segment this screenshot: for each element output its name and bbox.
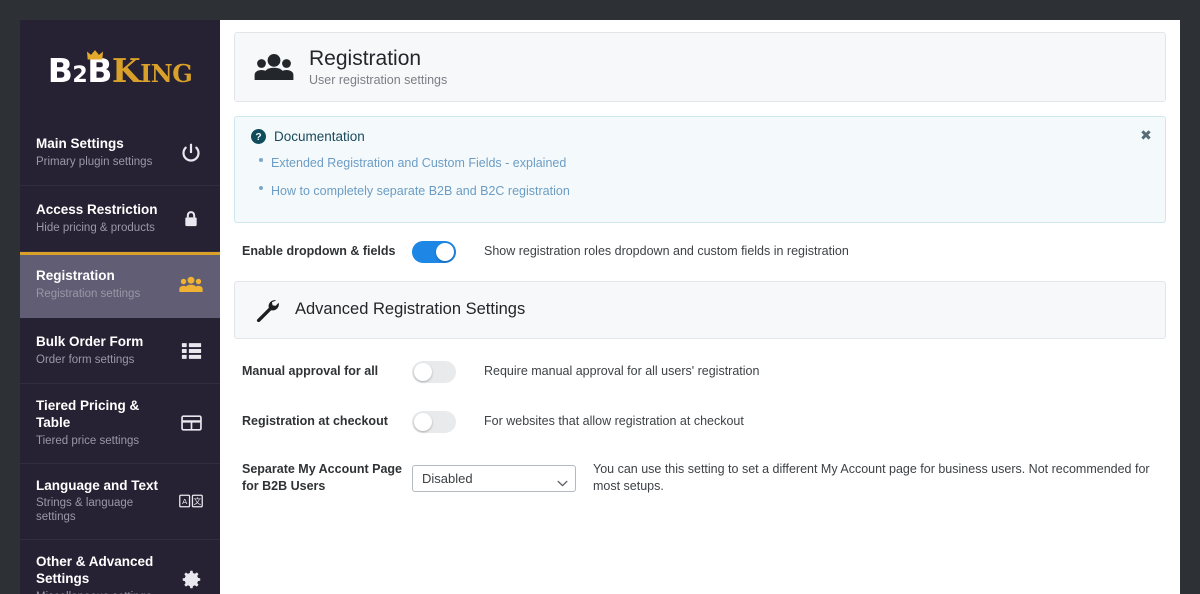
select-value: Disabled xyxy=(422,470,473,486)
toggle-manual-approval[interactable] xyxy=(412,360,456,383)
list-item: Extended Registration and Custom Fields … xyxy=(257,151,1149,174)
setting-control xyxy=(412,240,474,263)
close-icon[interactable]: ✖ xyxy=(1138,128,1154,144)
sidebar: B2BKING Main Settings Primary plugin set… xyxy=(20,20,220,594)
documentation-notice: ✖ ? Documentation Extended Registration … xyxy=(234,116,1166,223)
setting-label: Manual approval for all xyxy=(242,364,379,379)
sidebar-item-title: Bulk Order Form xyxy=(36,333,144,349)
question-circle-icon: ? xyxy=(251,129,266,145)
sidebar-item-title: Tiered Pricing & Table xyxy=(36,398,140,430)
users-group-icon xyxy=(253,50,295,84)
sidebar-item-subtitle: Tiered price settings xyxy=(36,434,140,447)
sidebar-item-subtitle: Hide pricing & products xyxy=(36,221,155,234)
sidebar-item-registration[interactable]: Registration Registration settings xyxy=(20,252,220,318)
page-subtitle: User registration settings xyxy=(309,73,448,88)
setting-description: You can use this setting to set a differ… xyxy=(593,461,1150,494)
setting-label: Registration at checkout xyxy=(242,414,388,429)
toggle-knob xyxy=(436,242,454,261)
section-title: Advanced Registration Settings xyxy=(295,300,526,319)
lock-icon xyxy=(178,206,204,232)
sidebar-item-title: Registration xyxy=(36,267,115,283)
main-content: Registration User registration settings … xyxy=(220,20,1180,594)
sidebar-item-title: Other & Advanced Settings xyxy=(36,554,154,586)
svg-text:文: 文 xyxy=(193,496,201,506)
toggle-knob xyxy=(414,362,432,381)
setting-control: Disabled xyxy=(412,464,584,492)
app-logo: B2BKING xyxy=(20,20,220,120)
sidebar-item-subtitle: Order form settings xyxy=(36,353,135,366)
chevron-down-icon xyxy=(557,475,568,487)
sidebar-item-title: Main Settings xyxy=(36,135,124,151)
setting-control xyxy=(412,360,474,383)
setting-label: Enable dropdown & fields xyxy=(242,244,396,259)
sidebar-item-access-restriction[interactable]: Access Restriction Hide pricing & produc… xyxy=(20,186,220,252)
setting-label: Separate My Account Page for B2B Users xyxy=(242,462,403,494)
sidebar-item-subtitle: Registration settings xyxy=(36,287,141,300)
users-icon xyxy=(178,272,204,298)
logo-king-text: KING xyxy=(111,50,193,90)
setting-row-registration-at-checkout: Registration at checkout For websites th… xyxy=(234,410,1166,433)
table-icon xyxy=(178,410,204,436)
sidebar-item-other-advanced[interactable]: Other & Advanced Settings Miscellaneous … xyxy=(20,540,220,594)
toggle-enable-dropdown[interactable] xyxy=(412,240,456,263)
sidebar-item-language-and-text[interactable]: Language and Text Strings & language set… xyxy=(20,464,220,541)
setting-description: For websites that allow registration at … xyxy=(484,413,744,428)
toggle-knob xyxy=(414,412,432,431)
sidebar-item-bulk-order-form[interactable]: Bulk Order Form Order form settings xyxy=(20,318,220,384)
documentation-link-extended-registration[interactable]: Extended Registration and Custom Fields … xyxy=(271,156,566,170)
sidebar-item-main-settings[interactable]: Main Settings Primary plugin settings xyxy=(20,120,220,186)
page-title: Registration xyxy=(309,47,422,70)
setting-row-manual-approval: Manual approval for all Require manual a… xyxy=(234,360,1166,383)
toggle-registration-at-checkout[interactable] xyxy=(412,410,456,433)
select-separate-my-account-page[interactable]: Disabled xyxy=(412,464,576,492)
power-icon xyxy=(178,140,204,166)
list-item: How to completely separate B2B and B2C r… xyxy=(257,179,1149,202)
app-window: B2BKING Main Settings Primary plugin set… xyxy=(20,20,1180,594)
crown-icon xyxy=(86,49,103,60)
svg-text:?: ? xyxy=(255,132,261,143)
setting-control xyxy=(412,410,474,433)
setting-row-enable-dropdown: Enable dropdown & fields Show registrati… xyxy=(234,240,1166,263)
sidebar-item-title: Language and Text xyxy=(36,477,159,493)
documentation-link-separate-b2b-b2c[interactable]: How to completely separate B2B and B2C r… xyxy=(271,184,570,198)
sidebar-item-subtitle: Primary plugin settings xyxy=(36,155,153,168)
sidebar-item-tiered-pricing[interactable]: Tiered Pricing & Table Tiered price sett… xyxy=(20,384,220,464)
gear-icon xyxy=(178,566,204,592)
setting-description: Require manual approval for all users' r… xyxy=(484,363,760,378)
advanced-registration-section-header: Advanced Registration Settings xyxy=(234,280,1166,339)
sidebar-item-title: Access Restriction xyxy=(36,201,158,217)
page-header: Registration User registration settings xyxy=(234,32,1166,103)
sidebar-item-subtitle: Strings & language settings xyxy=(36,497,134,524)
svg-text:A: A xyxy=(182,497,188,506)
setting-row-separate-my-account-page: Separate My Account Page for B2B Users D… xyxy=(234,461,1166,496)
documentation-title: Documentation xyxy=(274,129,365,145)
wrench-icon xyxy=(253,297,279,323)
documentation-link-list: Extended Registration and Custom Fields … xyxy=(251,151,1149,202)
setting-description: Show registration roles dropdown and cus… xyxy=(484,243,849,258)
documentation-header: ? Documentation xyxy=(251,129,1149,145)
list-grid-icon xyxy=(178,338,204,364)
translate-icon: A 文 xyxy=(178,488,204,514)
